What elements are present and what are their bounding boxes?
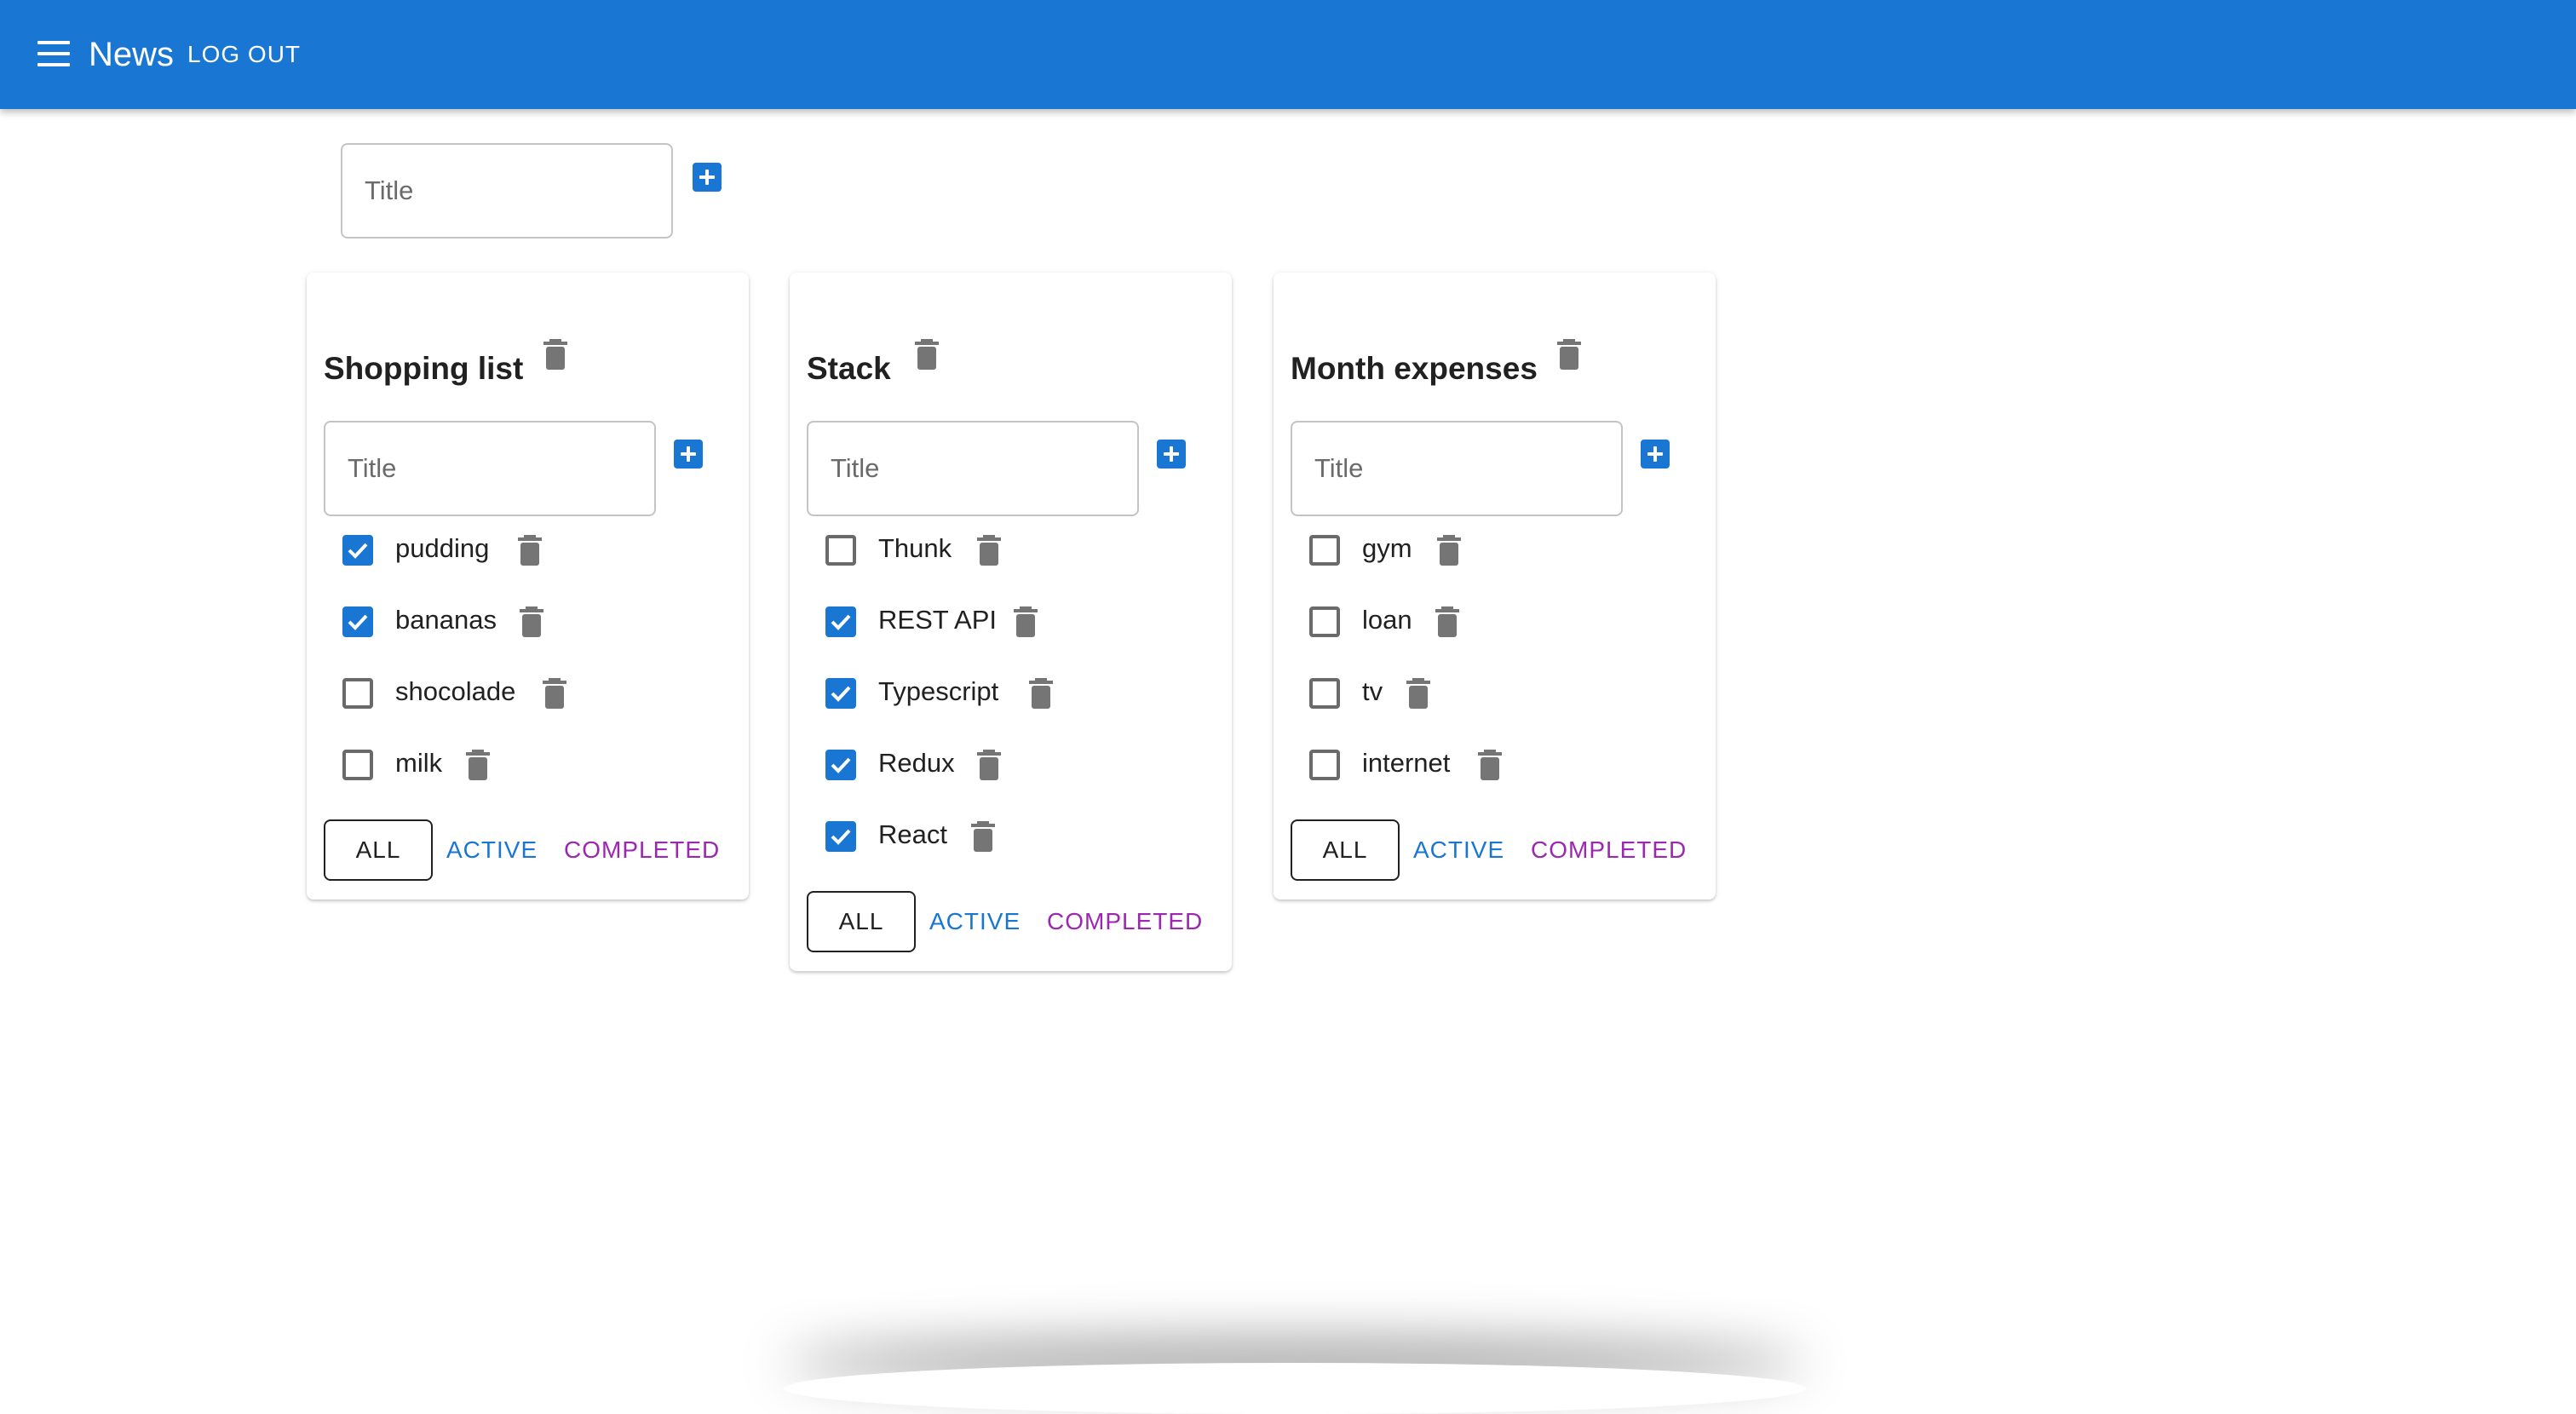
filter-active-button[interactable]: ACTIVE — [446, 835, 538, 865]
task-checkbox[interactable] — [342, 606, 373, 637]
task-label: shocolade — [395, 676, 516, 706]
filter-all-button[interactable]: ALL — [807, 891, 916, 952]
task-checkbox[interactable] — [825, 821, 856, 852]
delete-list-icon[interactable] — [1557, 339, 1581, 370]
task-item: internet — [1274, 739, 1716, 787]
task-label: internet — [1362, 748, 1451, 778]
new-list-title-field[interactable] — [341, 143, 673, 239]
new-task-input[interactable] — [808, 422, 1137, 514]
delete-task-icon[interactable] — [1437, 535, 1461, 566]
task-label: REST API — [878, 605, 997, 635]
task-checkbox[interactable] — [342, 678, 373, 709]
task-item: loan — [1274, 596, 1716, 644]
task-label: loan — [1362, 605, 1412, 635]
add-task-button[interactable] — [1157, 440, 1186, 468]
task-checkbox[interactable] — [1309, 535, 1340, 566]
menu-icon[interactable] — [37, 41, 70, 66]
filter-all-button[interactable]: ALL — [1291, 819, 1400, 881]
filter-completed-button[interactable]: COMPLETED — [1047, 906, 1203, 937]
task-label: bananas — [395, 605, 497, 635]
new-task-title-field[interactable] — [1291, 421, 1623, 516]
task-item: tv — [1274, 668, 1716, 716]
app-title: News — [89, 36, 175, 73]
delete-task-icon[interactable] — [543, 678, 566, 709]
todolist-card-stack: Stack Thunk REST API Typescript Redux Re… — [790, 273, 1232, 971]
task-item: Thunk — [790, 525, 1232, 572]
new-list-title-input[interactable] — [342, 145, 671, 237]
new-task-title-field[interactable] — [324, 421, 656, 516]
task-item: REST API — [790, 596, 1232, 644]
todolist-card-expenses: Month expenses gym loan tv internet ALL … — [1274, 273, 1716, 900]
task-item: pudding — [307, 525, 749, 572]
add-task-button[interactable] — [1641, 440, 1670, 468]
delete-list-icon[interactable] — [915, 339, 939, 370]
delete-task-icon[interactable] — [466, 750, 490, 780]
task-label: milk — [395, 748, 443, 778]
task-label: Typescript — [878, 676, 999, 706]
task-label: Redux — [878, 748, 955, 778]
task-item: shocolade — [307, 668, 749, 716]
task-item: Typescript — [790, 668, 1232, 716]
task-item: gym — [1274, 525, 1716, 572]
task-label: Thunk — [878, 533, 952, 563]
delete-task-icon[interactable] — [1435, 606, 1459, 637]
task-checkbox[interactable] — [825, 678, 856, 709]
task-label: tv — [1362, 676, 1383, 706]
task-label: React — [878, 819, 947, 849]
filter-active-button[interactable]: ACTIVE — [929, 906, 1021, 937]
delete-task-icon[interactable] — [1014, 606, 1038, 637]
filter-completed-button[interactable]: COMPLETED — [1531, 835, 1687, 865]
task-checkbox[interactable] — [1309, 750, 1340, 780]
filter-completed-button[interactable]: COMPLETED — [564, 835, 720, 865]
delete-task-icon[interactable] — [971, 821, 995, 852]
app-bar: News LOG OUT — [0, 0, 2576, 109]
filter-active-button[interactable]: ACTIVE — [1413, 835, 1504, 865]
card-title: Stack — [807, 351, 891, 386]
task-item: milk — [307, 739, 749, 787]
delete-task-icon[interactable] — [520, 606, 543, 637]
delete-task-icon[interactable] — [977, 750, 1001, 780]
bottom-shadow — [784, 1363, 1806, 1414]
task-item: bananas — [307, 596, 749, 644]
task-label: pudding — [395, 533, 490, 563]
delete-list-icon[interactable] — [543, 339, 567, 370]
filter-all-button[interactable]: ALL — [324, 819, 433, 881]
delete-task-icon[interactable] — [1029, 678, 1053, 709]
task-checkbox[interactable] — [825, 535, 856, 566]
delete-task-icon[interactable] — [518, 535, 542, 566]
task-label: gym — [1362, 533, 1412, 563]
delete-task-icon[interactable] — [1478, 750, 1502, 780]
task-checkbox[interactable] — [1309, 606, 1340, 637]
delete-task-icon[interactable] — [1406, 678, 1430, 709]
logout-button[interactable]: LOG OUT — [187, 39, 301, 70]
task-checkbox[interactable] — [825, 606, 856, 637]
add-task-button[interactable] — [674, 440, 703, 468]
card-title: Month expenses — [1291, 351, 1538, 386]
task-checkbox[interactable] — [342, 750, 373, 780]
new-task-input[interactable] — [325, 422, 654, 514]
delete-task-icon[interactable] — [977, 535, 1001, 566]
new-task-title-field[interactable] — [807, 421, 1139, 516]
task-checkbox[interactable] — [825, 750, 856, 780]
task-item: React — [790, 811, 1232, 859]
task-checkbox[interactable] — [342, 535, 373, 566]
task-item: Redux — [790, 739, 1232, 787]
todolist-card-shopping: Shopping list pudding bananas shocolade … — [307, 273, 749, 900]
new-task-input[interactable] — [1292, 422, 1621, 514]
card-title: Shopping list — [324, 351, 524, 386]
task-checkbox[interactable] — [1309, 678, 1340, 709]
add-list-button[interactable] — [693, 163, 722, 192]
